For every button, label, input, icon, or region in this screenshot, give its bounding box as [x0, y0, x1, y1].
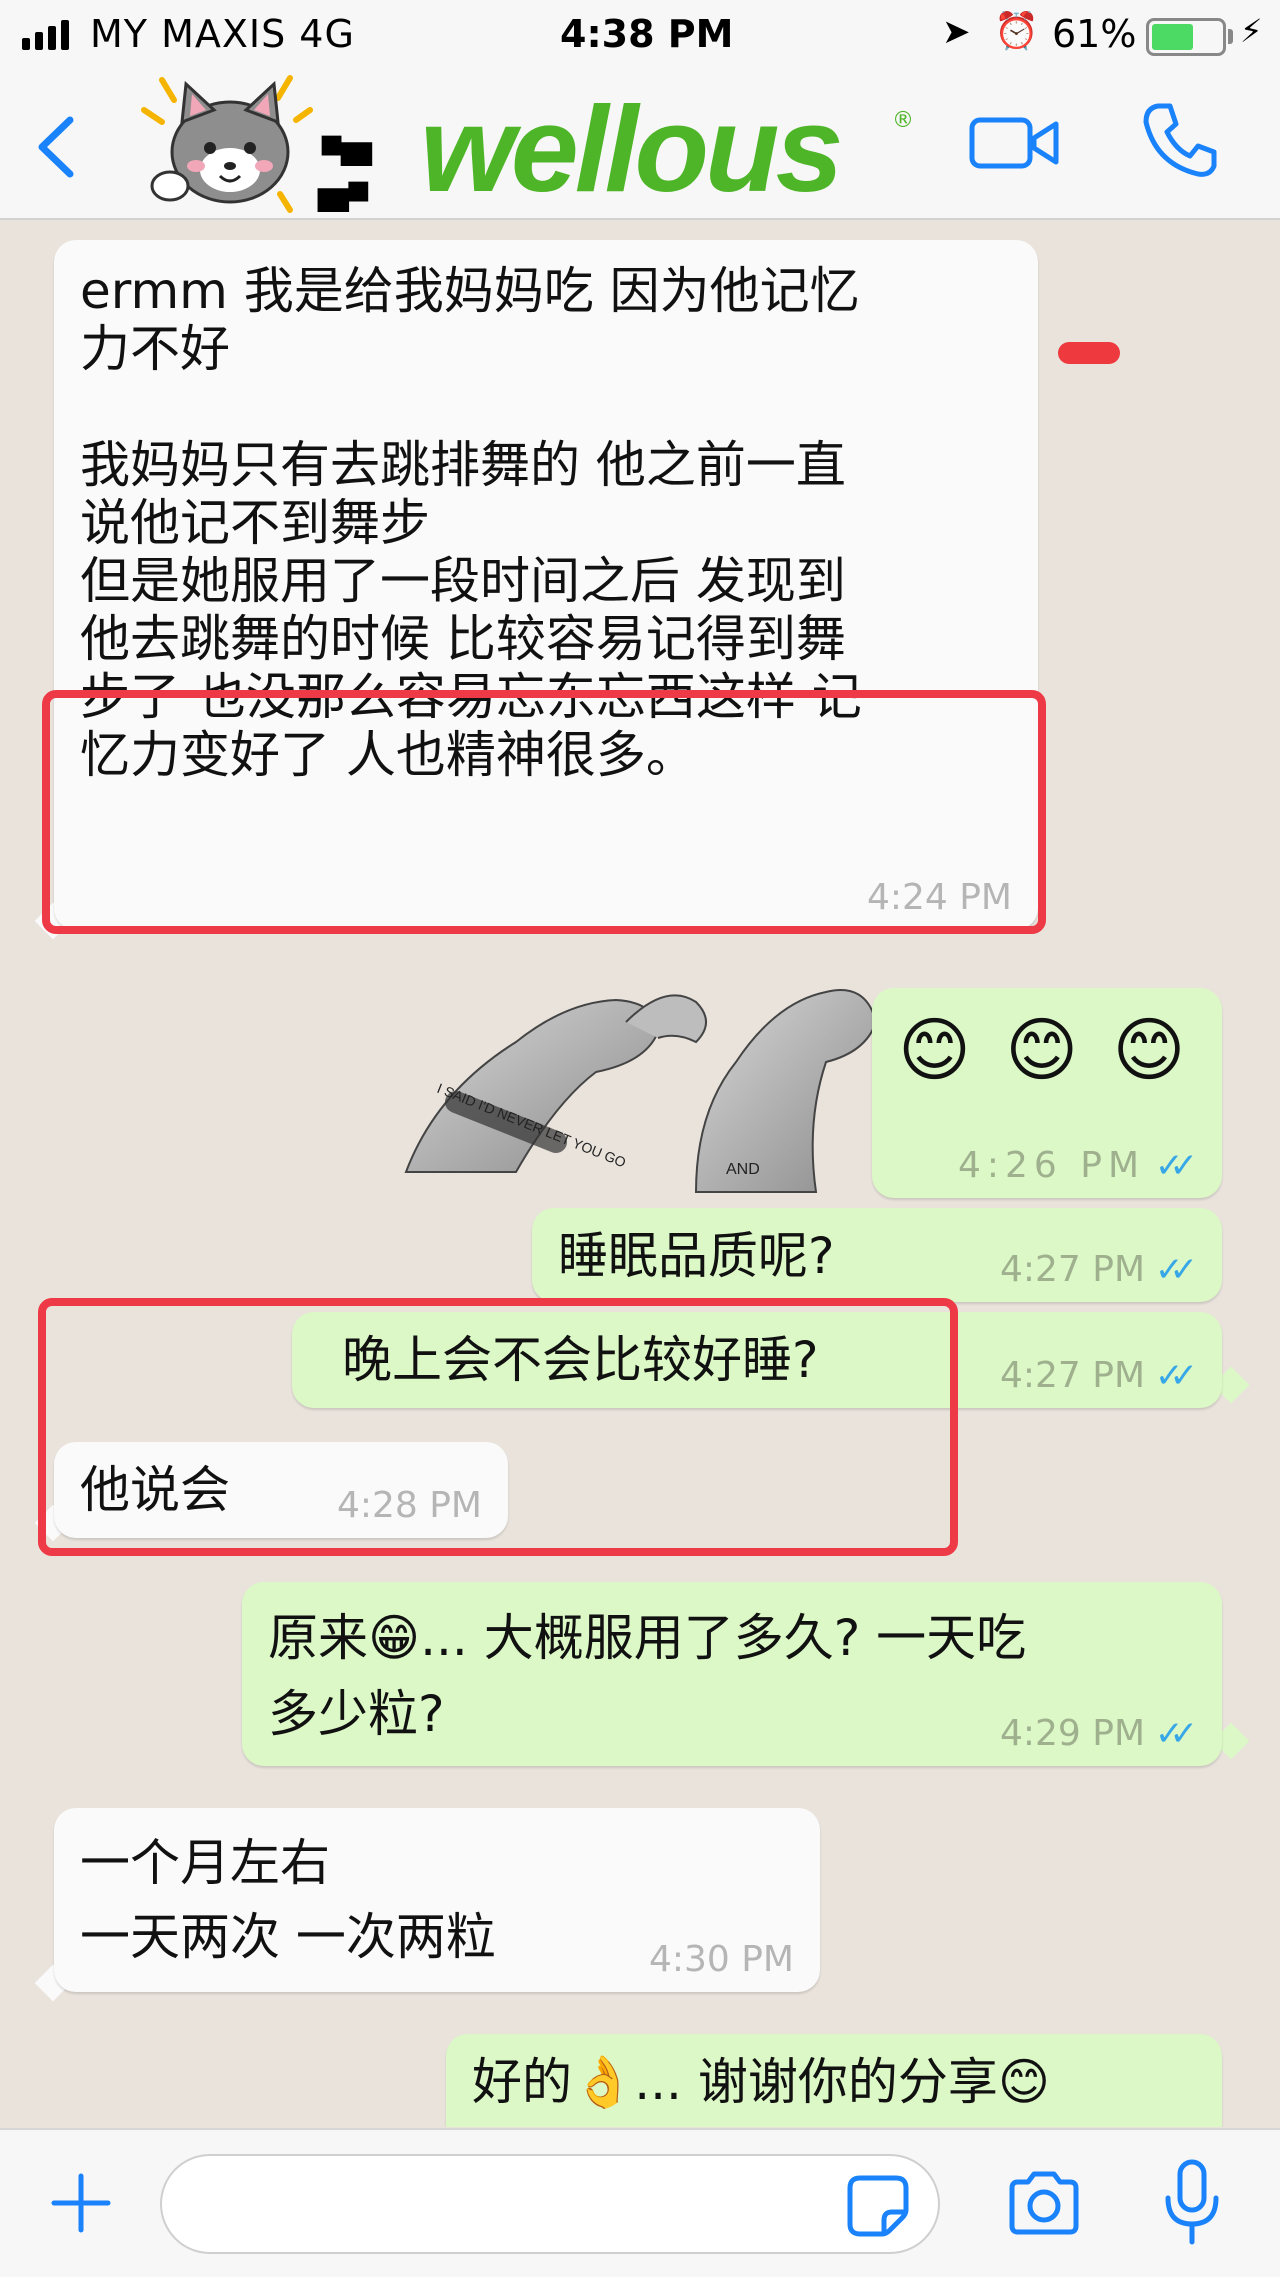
battery-level-fill — [1152, 24, 1194, 50]
clock: 4:38 PM — [560, 12, 734, 56]
message-bubble-incoming[interactable]: 一个月左右 一天两次 一次两粒 4:30 PM — [54, 1808, 820, 1992]
location-arrow-icon: ➤ — [942, 12, 971, 52]
carrier-label: MY MAXIS 4G — [90, 12, 355, 56]
band-text: AND — [726, 1161, 760, 1178]
video-call-icon[interactable] — [968, 108, 1060, 178]
read-receipt-icon: ✓✓ — [1155, 1146, 1198, 1186]
sticker-icon[interactable] — [846, 2174, 910, 2238]
read-receipt-icon: ✓✓ — [1155, 1250, 1198, 1290]
battery-percent: 61% — [1052, 12, 1137, 56]
signal-strength-icon — [22, 20, 69, 50]
back-chevron-icon[interactable] — [28, 112, 88, 182]
message-meta: 4:27 PM ✓✓ — [999, 1354, 1198, 1398]
message-meta: 4:27 PM ✓✓ — [999, 1248, 1198, 1292]
charging-bolt-icon: ⚡ — [1240, 12, 1263, 50]
message-time: 4:27 PM — [999, 1249, 1146, 1290]
camera-icon[interactable] — [1004, 2168, 1084, 2238]
red-pen-mark — [1058, 342, 1120, 364]
cat-sticker-icon — [141, 75, 313, 213]
message-time: 4:29 PM — [999, 1713, 1146, 1754]
message-bubble-outgoing[interactable]: 睡眠品质呢? 4:27 PM ✓✓ — [532, 1208, 1222, 1302]
battery-nub — [1228, 29, 1233, 44]
highlight-box — [42, 690, 1046, 934]
read-receipt-icon: ✓✓ — [1155, 1714, 1198, 1754]
brand-logo: wellous — [420, 81, 843, 217]
composer-bar — [0, 2128, 1280, 2277]
microphone-icon[interactable] — [1162, 2158, 1222, 2248]
message-text: 😊 😊 😊 — [898, 1009, 1192, 1091]
contact-name[interactable]: ▪▄ ▄▪ — [318, 120, 418, 212]
message-bubble-outgoing[interactable]: 好的👌... 谢谢你的分享😊 — [446, 2034, 1222, 2127]
status-bar: MY MAXIS 4G 4:38 PM ➤ ⏰ 61% ⚡ — [0, 0, 1280, 70]
voice-call-icon[interactable] — [1140, 100, 1220, 180]
message-time: 4:27 PM — [999, 1355, 1146, 1396]
message-meta: 4:29 PM ✓✓ — [999, 1712, 1198, 1756]
message-time: 4:26 PM — [957, 1145, 1146, 1186]
highlight-box — [38, 1298, 958, 1556]
read-receipt-icon: ✓✓ — [1155, 1356, 1198, 1396]
plus-icon[interactable] — [46, 2168, 116, 2238]
message-input[interactable] — [160, 2154, 940, 2254]
message-bubble-outgoing[interactable]: 原来😁... 大概服用了多久? 一天吃 多少粒? 4:29 PM ✓✓ — [242, 1582, 1222, 1766]
message-text: 好的👌... 谢谢你的分享😊 — [472, 2053, 1050, 2111]
message-meta: 4:30 PM — [649, 1938, 794, 1982]
battery-icon — [1146, 18, 1226, 56]
alarm-clock-icon: ⏰ — [994, 11, 1039, 52]
registered-mark: ® — [892, 108, 914, 133]
chat-header: ▪▄ ▄▪ wellous ® — [0, 70, 1280, 220]
message-meta: 4:26 PM ✓✓ — [957, 1144, 1198, 1188]
message-time: 4:30 PM — [648, 1939, 794, 1980]
message-bubble-outgoing[interactable]: 😊 😊 😊 4:26 PM ✓✓ — [872, 988, 1222, 1198]
chat-thread[interactable]: I SAID I'D NEVER LET YOU GO AND ermm 我是给… — [0, 222, 1280, 2127]
